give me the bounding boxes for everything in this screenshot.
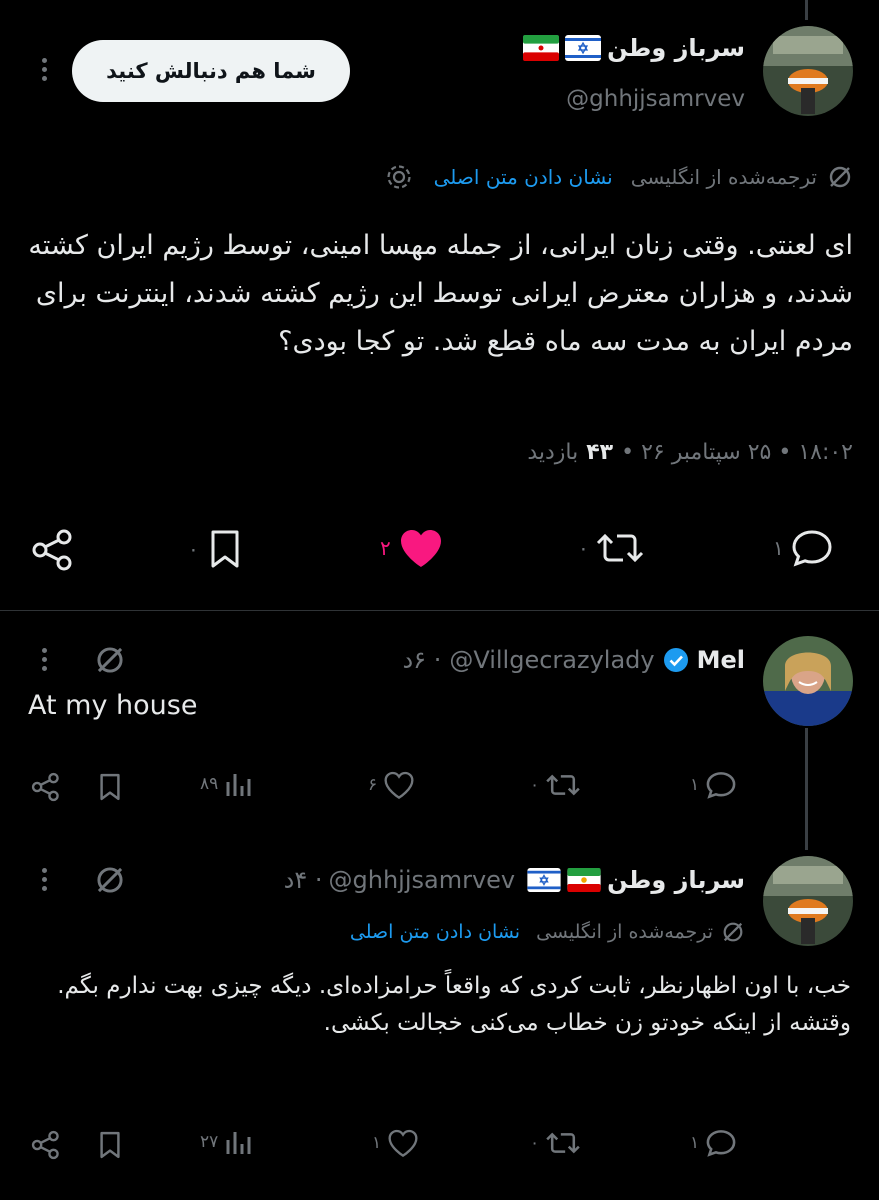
retweet-count: ۰	[530, 775, 540, 795]
bookmark-count: ۰	[188, 537, 199, 561]
reply-time: · ۴د	[283, 866, 323, 894]
gear-icon[interactable]	[384, 162, 414, 192]
like-button[interactable]: ۱	[372, 1128, 419, 1158]
views-label: بازدید	[527, 440, 579, 465]
share-button[interactable]	[30, 772, 62, 802]
reply-button[interactable]: ۱	[690, 770, 737, 800]
thread-line-middle	[805, 728, 808, 850]
translate-icon[interactable]	[94, 864, 126, 896]
bookmark-button[interactable]	[96, 1130, 124, 1160]
handle[interactable]: @ghhjjsamrvev	[329, 866, 516, 894]
like-count: ۶	[368, 775, 378, 795]
reply-author-line: سرباز وطن @ghhjjsamrvev · ۴د	[284, 866, 745, 894]
translate-icon[interactable]	[94, 644, 126, 676]
views-count: ۲۷	[200, 1132, 219, 1152]
divider	[0, 610, 879, 611]
translation-row: ترجمه‌شده از انگلیسی نشان دادن متن اصلی	[384, 162, 853, 192]
avatar[interactable]	[763, 856, 853, 946]
views-button[interactable]: ۲۷	[200, 1128, 252, 1156]
reply-time: · ۶د	[402, 646, 442, 674]
israel-flag-icon	[527, 868, 561, 892]
display-name[interactable]: Mel	[697, 646, 745, 674]
share-icon	[30, 1130, 62, 1160]
translate-icon	[721, 920, 745, 944]
like-count: ۲	[380, 536, 391, 560]
more-options-icon[interactable]	[40, 648, 48, 671]
heart-filled-icon	[397, 526, 445, 570]
reply-icon	[790, 528, 834, 568]
share-button[interactable]	[30, 528, 76, 572]
heart-icon	[387, 1128, 419, 1158]
timestamp: ۱۸:۰۲ • ۲۵ سپتامبر ۲۶ •	[621, 440, 853, 465]
bookmark-icon	[205, 528, 245, 570]
reply-icon	[705, 1128, 737, 1158]
bookmark-icon	[96, 1130, 124, 1160]
translated-label: ترجمه‌شده از انگلیسی	[630, 165, 817, 189]
follow-button[interactable]: شما هم دنبالش کنید	[72, 40, 350, 102]
share-icon	[30, 528, 76, 572]
retweet-button[interactable]: ۰	[578, 528, 645, 568]
views-button[interactable]: ۸۹	[200, 770, 252, 798]
share-button[interactable]	[30, 1130, 62, 1160]
more-options-icon[interactable]	[40, 58, 48, 81]
iran-lion-flag-icon	[567, 868, 601, 892]
retweet-button[interactable]: ۰	[530, 1128, 581, 1158]
views-count: ۴۳	[586, 440, 614, 465]
iran-flag-icon	[523, 35, 560, 61]
handle[interactable]: @ghhjjsamrvev	[566, 86, 745, 112]
retweet-icon	[595, 528, 645, 568]
thread-line-top	[805, 0, 808, 20]
verified-badge-icon	[663, 647, 689, 673]
avatar[interactable]	[763, 26, 853, 116]
avatar[interactable]	[763, 636, 853, 726]
bookmark-button[interactable]: ۰	[188, 528, 245, 570]
reply-count: ۱	[773, 536, 784, 560]
bookmark-icon	[96, 772, 124, 802]
translated-label: ترجمه‌شده از انگلیسی	[536, 921, 713, 943]
reply-count: ۱	[690, 775, 700, 795]
translation-row: ترجمه‌شده از انگلیسی نشان دادن متن اصلی	[350, 920, 745, 944]
retweet-button[interactable]: ۰	[530, 770, 581, 800]
views-count: ۸۹	[200, 774, 219, 794]
handle[interactable]: @Villgecrazylady	[449, 646, 654, 674]
reply-body: At my house	[28, 690, 198, 721]
analytics-icon	[224, 1128, 252, 1156]
reply-icon	[705, 770, 737, 800]
reply-author-line: Mel @Villgecrazylady · ۶د	[402, 646, 745, 674]
more-options-icon[interactable]	[40, 868, 48, 891]
reply-body: خب، با اون اظهارنظر، ثابت کردی که واقعاً…	[57, 973, 851, 1036]
retweet-icon	[545, 770, 581, 800]
display-name[interactable]: سرباز وطن	[607, 866, 745, 894]
like-button[interactable]: ۶	[368, 770, 415, 800]
retweet-count: ۰	[578, 536, 589, 560]
show-original-link[interactable]: نشان دادن متن اصلی	[434, 165, 613, 189]
like-button[interactable]: ۲	[380, 526, 445, 570]
analytics-icon	[224, 770, 252, 798]
retweet-count: ۰	[530, 1133, 540, 1153]
author-line: سرباز وطن	[523, 34, 745, 62]
show-original-link[interactable]: نشان دادن متن اصلی	[350, 921, 520, 943]
reply-button[interactable]: ۱	[773, 528, 834, 568]
tweet-body: ای لعنتی. وقتی زنان ایرانی، از جمله مهسا…	[28, 230, 853, 357]
reply-count: ۱	[690, 1133, 700, 1153]
share-icon	[30, 772, 62, 802]
retweet-icon	[545, 1128, 581, 1158]
heart-icon	[383, 770, 415, 800]
reply-button[interactable]: ۱	[690, 1128, 737, 1158]
like-count: ۱	[372, 1133, 382, 1153]
bookmark-button[interactable]	[96, 772, 124, 802]
display-name[interactable]: سرباز وطن	[607, 34, 745, 62]
translate-icon	[827, 164, 853, 190]
tweet-meta: ۱۸:۰۲ • ۲۵ سپتامبر ۲۶ • ۴۳ بازدید	[527, 440, 853, 465]
israel-flag-icon	[565, 35, 602, 61]
